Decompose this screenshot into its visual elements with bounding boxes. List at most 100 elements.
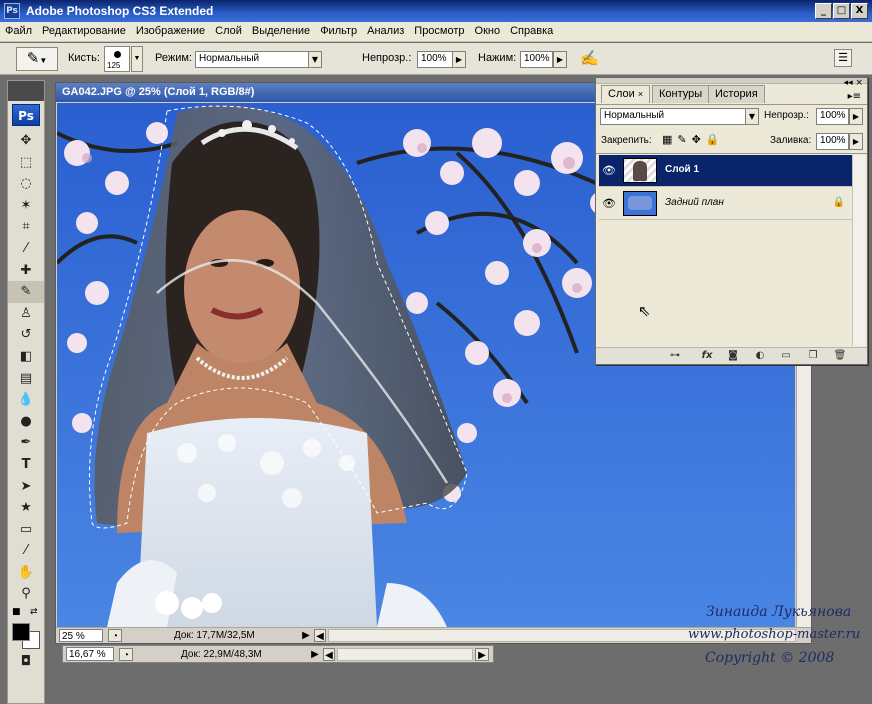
menu-select[interactable]: Выделение xyxy=(247,22,315,37)
chevron-down-icon: ▼ xyxy=(39,56,48,65)
blur-icon[interactable]: 💧 xyxy=(8,389,44,411)
eyedropper2-icon[interactable]: ⁄ xyxy=(8,540,44,562)
background-zoom-field[interactable]: 16,67 % xyxy=(66,647,114,661)
lock-image-icon[interactable]: ✎ xyxy=(677,134,691,146)
menu-view[interactable]: Просмотр xyxy=(409,22,469,37)
eyedropper-icon[interactable]: ⁄ xyxy=(8,238,44,260)
zoom-field[interactable]: 25 % xyxy=(59,629,103,642)
ps-logo-button[interactable]: Ps xyxy=(12,104,40,126)
layer-row-layer1[interactable]: 👁 Слой 1 xyxy=(599,155,853,187)
pressure-label: Нажим: xyxy=(478,52,517,64)
tools-panel-grip[interactable] xyxy=(8,81,44,101)
menu-help[interactable]: Справка xyxy=(505,22,558,37)
mode-dropdown-icon[interactable]: ▼ xyxy=(308,51,322,68)
opacity-field[interactable]: 100% xyxy=(417,51,453,68)
history-brush-icon[interactable]: ↺ xyxy=(8,324,44,346)
brush-picker[interactable]: 125 xyxy=(104,46,130,72)
panel-collapse-icon[interactable]: ◂◂ × xyxy=(844,78,863,88)
blend-mode-select[interactable]: Нормальный xyxy=(600,108,746,125)
status-arrow-icon[interactable]: ▶ xyxy=(300,629,312,642)
fx-icon[interactable]: fx xyxy=(700,350,714,362)
gradient-icon[interactable]: ▤ xyxy=(8,368,44,390)
maximize-button[interactable]: □ xyxy=(833,3,850,19)
tab-history[interactable]: История xyxy=(708,85,765,103)
lock-position-icon[interactable]: ✥ xyxy=(692,134,706,146)
move-icon[interactable]: ✥ xyxy=(8,130,44,152)
menu-layer[interactable]: Слой xyxy=(210,22,247,37)
lock-transparent-icon[interactable]: ▦ xyxy=(662,134,677,146)
pen-icon[interactable]: ✒ xyxy=(8,432,44,454)
menu-filter[interactable]: Фильтр xyxy=(315,22,362,37)
brush-icon[interactable]: ✎ xyxy=(8,281,44,303)
menu-edit[interactable]: Редактирование xyxy=(37,22,131,37)
lasso-icon[interactable]: ◌ xyxy=(8,173,44,195)
dodge-icon[interactable]: ● xyxy=(8,411,44,433)
visibility-eye-icon[interactable]: 👁 xyxy=(602,197,616,210)
new-layer-icon[interactable]: ❐ xyxy=(806,350,820,362)
brush-picker-dropdown[interactable]: ▼ xyxy=(131,46,143,72)
layers-panel: ◂◂ × Слои × Контуры История ▸≡ Нормальны… xyxy=(595,77,868,365)
opacity-label: Непрозр.: xyxy=(362,52,412,64)
marquee-icon[interactable]: ⬚ xyxy=(8,152,44,174)
link-icon[interactable]: ⊶ xyxy=(668,350,682,362)
palette-well-icon[interactable]: ☰ xyxy=(834,49,852,67)
trash-icon[interactable]: 🗑 xyxy=(833,350,847,362)
tool-preset-picker[interactable]: ✎▼ xyxy=(16,47,58,71)
eraser-icon[interactable]: ◧ xyxy=(8,346,44,368)
status-menu-icon[interactable]: ◔ xyxy=(108,629,122,642)
crop-icon[interactable]: ⌗ xyxy=(8,216,44,238)
hand-icon[interactable]: ✋ xyxy=(8,562,44,584)
healing-icon[interactable]: ✚ xyxy=(8,260,44,282)
layer-opacity-slider-icon[interactable]: ▶ xyxy=(849,108,863,125)
layers-panel-grip[interactable] xyxy=(596,78,867,84)
menu-image[interactable]: Изображение xyxy=(131,22,210,37)
opacity-slider-icon[interactable]: ▶ xyxy=(452,51,466,68)
brush-label: Кисть: xyxy=(68,52,100,64)
default-colors-icon[interactable]: ■ ⇄ xyxy=(8,605,44,621)
type-icon[interactable]: T xyxy=(8,454,44,476)
close-button[interactable]: X xyxy=(851,3,868,19)
background-hscroll-right-icon[interactable]: ▶ xyxy=(475,648,489,661)
layers-scrollbar[interactable] xyxy=(852,155,865,346)
visibility-eye-icon[interactable]: 👁 xyxy=(602,164,616,177)
tab-layers[interactable]: Слои × xyxy=(601,85,651,103)
zoom-icon[interactable]: ⚲ xyxy=(8,583,44,605)
foreground-color-swatch[interactable] xyxy=(12,623,30,642)
notes-icon[interactable]: ▭ xyxy=(8,519,44,541)
blend-mode-dropdown-icon[interactable]: ▼ xyxy=(745,108,759,125)
watermark-author: Зинаида Лукьянова xyxy=(706,604,852,620)
mask-icon[interactable]: ◙ xyxy=(726,350,740,362)
lock-all-icon[interactable]: 🔒 xyxy=(706,134,725,146)
stamp-icon[interactable]: ♙ xyxy=(8,303,44,325)
background-status-menu-icon[interactable]: ◔ xyxy=(119,648,133,661)
path-select-icon[interactable]: ➤ xyxy=(8,476,44,498)
tab-close-icon[interactable]: × xyxy=(638,89,643,99)
mode-select[interactable]: Нормальный xyxy=(195,51,309,68)
fill-field[interactable]: 100% xyxy=(816,133,849,150)
minimize-button[interactable]: _ xyxy=(815,3,832,19)
background-hscroll-left-icon[interactable]: ◀ xyxy=(323,648,335,661)
color-swatches[interactable] xyxy=(8,621,44,651)
background-hscroll-track[interactable] xyxy=(337,648,473,661)
folder-icon[interactable]: ▭ xyxy=(779,350,793,362)
airbrush-icon[interactable]: ✍ xyxy=(580,49,599,67)
shape-icon[interactable]: ★ xyxy=(8,497,44,519)
panel-menu-icon[interactable]: ▸≡ xyxy=(848,91,861,102)
background-status-arrow-icon[interactable]: ▶ xyxy=(309,648,321,661)
tab-paths[interactable]: Контуры xyxy=(652,85,710,103)
fill-slider-icon[interactable]: ▶ xyxy=(849,133,863,150)
quick-mask-icon[interactable]: ◘ xyxy=(8,651,44,673)
adjustment-icon[interactable]: ◐ xyxy=(753,350,767,362)
menu-window[interactable]: Окно xyxy=(470,22,506,37)
layer-opacity-field[interactable]: 100% xyxy=(816,108,849,125)
layer-thumbnail xyxy=(623,158,657,183)
brush-tip-icon xyxy=(114,51,121,58)
hscroll-left-icon[interactable]: ◀ xyxy=(314,629,326,642)
menu-file[interactable]: Файл xyxy=(0,22,37,37)
fill-label: Заливка: xyxy=(770,135,812,146)
menu-analysis[interactable]: Анализ xyxy=(362,22,409,37)
magic-wand-icon[interactable]: ✶ xyxy=(8,195,44,217)
pressure-field[interactable]: 100% xyxy=(520,51,553,68)
layer-row-background[interactable]: 👁 Задний план 🔒 xyxy=(599,188,853,220)
pressure-slider-icon[interactable]: ▶ xyxy=(553,51,567,68)
